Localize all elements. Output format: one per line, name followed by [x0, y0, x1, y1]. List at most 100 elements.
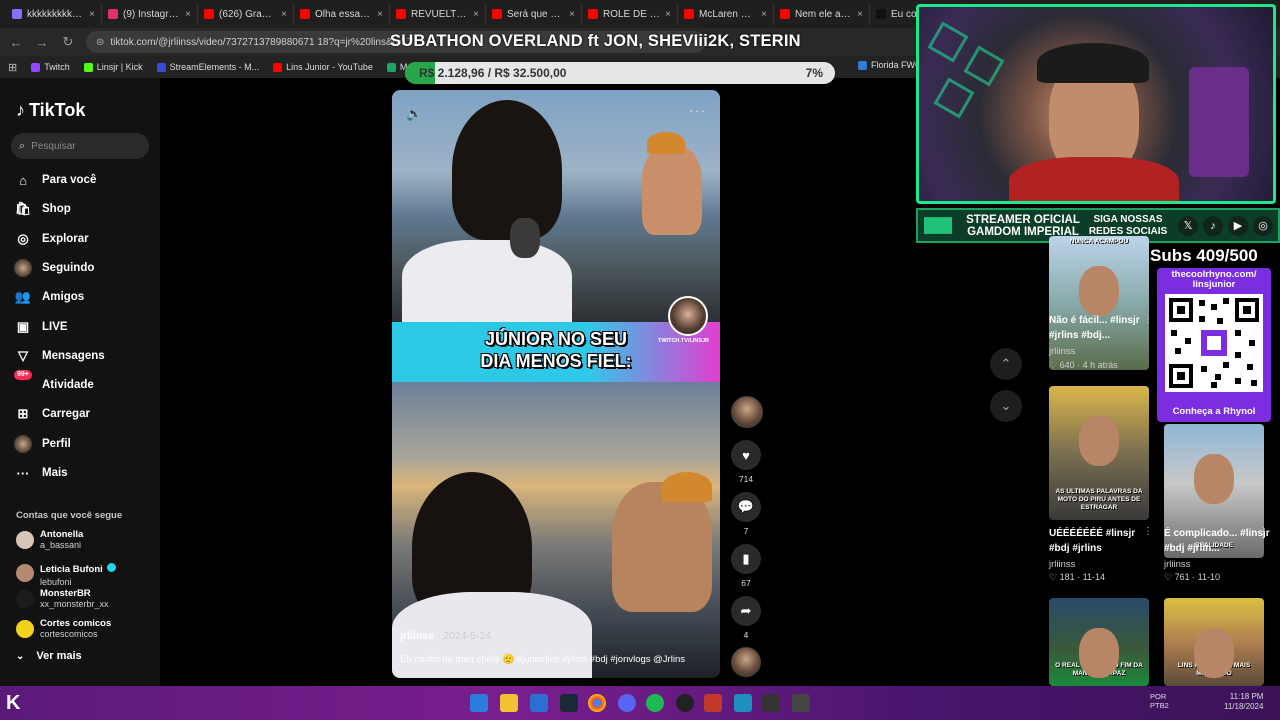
app-icon[interactable]	[792, 694, 810, 712]
thumbnail-person	[1079, 628, 1119, 678]
close-icon[interactable]: ×	[89, 9, 95, 20]
following-account[interactable]: MonsterBR xx_monsterbr_xx	[16, 588, 109, 610]
video-person-man	[642, 145, 702, 235]
browser-tab[interactable]: ROLE DE SUP ×	[582, 3, 678, 25]
discord-icon[interactable]	[618, 694, 636, 712]
nav-item-label: Seguindo	[42, 261, 95, 274]
bookmark-item[interactable]: Lins Junior - YouTube	[273, 62, 373, 72]
browser-tab[interactable]: Olha essa en ×	[294, 3, 390, 25]
taskbar-clock[interactable]: 11:18 PM 11/18/2024	[1224, 692, 1263, 712]
see-more-button[interactable]: ⌄ Ver mais	[16, 650, 82, 662]
browser-tab[interactable]: Nem ele acre ×	[774, 3, 870, 25]
bookmark-item[interactable]: Linsjr | Kick	[83, 62, 143, 72]
close-icon[interactable]: ×	[761, 9, 767, 20]
related-video-thumbnail[interactable]: LINS NO SEU DIA MAIS MECÂNICO	[1164, 598, 1264, 686]
video-author[interactable]: jrliinss · 2024-5-24	[400, 630, 491, 642]
video-player[interactable]: JÚNIOR NO SEU DIA MENOS FIEL: TWITCH.TV/…	[392, 90, 720, 678]
nav-item-label: Para você	[42, 174, 97, 186]
close-icon[interactable]: ×	[473, 9, 479, 20]
heart-outline-icon: ♡	[1049, 572, 1060, 582]
browser-tab[interactable]: kkkkkkkkkkkk ×	[6, 3, 102, 25]
following-account[interactable]: Cortes comicos cortescomicos	[16, 618, 111, 640]
browser-tab[interactable]: McLaren 570 ×	[678, 3, 774, 25]
browser-tab[interactable]: (9) Instagram ×	[102, 3, 198, 25]
file-explorer-icon[interactable]	[500, 694, 518, 712]
spotify-icon[interactable]	[646, 694, 664, 712]
friends-icon: 👥	[14, 289, 32, 305]
bookmark-item[interactable]: Twitch	[31, 62, 70, 72]
video-author-name[interactable]: jrliinss	[400, 630, 434, 642]
terminal-icon[interactable]	[762, 694, 780, 712]
next-video-button[interactable]: ⌄	[990, 390, 1022, 422]
share-button[interactable]: ➦ 4	[731, 596, 761, 640]
nav-item-explorar[interactable]: ◎ Explorar	[14, 228, 88, 250]
browser-tab[interactable]: (626) Gravação ×	[198, 3, 294, 25]
nav-item-shop[interactable]: 🛍 Shop	[14, 198, 71, 220]
tab-title: Será que Din	[507, 8, 565, 20]
previous-video-button[interactable]: ⌃	[990, 348, 1022, 380]
close-icon[interactable]: ×	[377, 9, 383, 20]
nav-item-mais[interactable]: ··· Mais	[14, 462, 68, 484]
related-more-icon[interactable]: ⋮	[1143, 314, 1153, 325]
comment-count: 7	[743, 526, 749, 536]
windows-start-icon[interactable]	[470, 694, 488, 712]
outlook-icon[interactable]	[530, 694, 548, 712]
mute-icon[interactable]: 🔈	[406, 106, 422, 122]
search-input[interactable]: ⌕ Pesquisar	[11, 133, 149, 159]
forward-icon[interactable]: →	[34, 35, 50, 50]
qr-cta: Conheça a Rhynol	[1172, 406, 1256, 417]
related-video-title[interactable]: UÉÉÉÉÉÉÉ #linsjr #bdj #jrlins	[1049, 526, 1155, 556]
music-disc-button[interactable]	[731, 647, 761, 677]
nav-item-mensagens[interactable]: ▽ Mensagens	[14, 345, 105, 367]
nav-item-amigos[interactable]: 👥 Amigos	[14, 286, 84, 308]
following-account[interactable]: Antonella a_bassani	[16, 529, 83, 551]
chevron-down-icon: ⌄	[16, 650, 25, 662]
browser-tab[interactable]: REVUELTO SH ×	[390, 3, 486, 25]
related-video-thumbnail[interactable]: AS ULTIMAS PALAVRAS DA MOTO DO PIRU ANTE…	[1049, 386, 1149, 520]
steam-icon[interactable]	[560, 694, 578, 712]
nav-item-label: Mais	[42, 467, 68, 479]
close-icon[interactable]: ×	[185, 9, 191, 20]
comment-button[interactable]: 💬 7	[731, 492, 761, 536]
creator-avatar-button[interactable]	[731, 396, 763, 428]
bookmark-label: Twitch	[44, 62, 70, 72]
site-info-icon[interactable]: ⊜	[96, 37, 104, 48]
close-icon[interactable]: ×	[569, 9, 575, 20]
related-video-title[interactable]: Não é fácil... #linsjr #jrlins #bdj...	[1049, 313, 1155, 343]
app-icon[interactable]	[734, 694, 752, 712]
following-account[interactable]: Leticia Bufoni lebufoni	[16, 559, 116, 588]
related-more-icon[interactable]: ⋮	[1143, 526, 1153, 537]
save-button[interactable]: ▮ 67	[731, 544, 761, 588]
apps-grid-icon[interactable]: ⊞	[8, 61, 17, 74]
bookmark-item[interactable]: StreamElements - M...	[156, 62, 259, 72]
tab-title: REVUELTO SH	[411, 8, 468, 20]
taskbar-language[interactable]: POR PTB2	[1150, 692, 1169, 710]
nav-item-para-você[interactable]: ⌂ Para você	[14, 169, 96, 191]
nav-item-atividade[interactable]: 99+ Atividade	[14, 370, 94, 396]
related-video-author[interactable]: jrliinss	[1164, 559, 1190, 570]
bookmark-florida[interactable]: Florida FWC	[858, 60, 922, 70]
related-video-likes: 181	[1059, 572, 1075, 582]
like-button[interactable]: ♥ 714	[731, 440, 761, 484]
obs-icon[interactable]	[676, 694, 694, 712]
related-video-title[interactable]: É complicado... #linsjr #bdj #jrlin...	[1164, 526, 1270, 556]
back-icon[interactable]: ←	[8, 35, 24, 50]
related-more-icon[interactable]: ⋮	[1258, 526, 1268, 537]
more-options-icon[interactable]: ···	[689, 102, 706, 118]
related-video-author[interactable]: jrliinss	[1049, 346, 1075, 357]
related-video-author[interactable]: jrliinss	[1049, 559, 1075, 570]
tiktok-logo[interactable]: ♪ TikTok	[16, 100, 85, 121]
app-icon[interactable]	[704, 694, 722, 712]
related-video-thumbnail[interactable]: O REAL MOTIVO DO FIM DA MANSÃO CAPAZ	[1049, 598, 1149, 686]
browser-tab[interactable]: Será que Din ×	[486, 3, 582, 25]
close-icon[interactable]: ×	[281, 9, 287, 20]
nav-item-seguindo[interactable]: Seguindo	[14, 257, 94, 279]
close-icon[interactable]: ×	[857, 9, 863, 20]
nav-item-live[interactable]: ▣ LIVE	[14, 316, 68, 338]
banner-right-text: SIGA NOSSAS REDES SOCIAIS	[1088, 214, 1168, 238]
chrome-icon[interactable]	[588, 694, 606, 712]
nav-item-perfil[interactable]: Perfil	[14, 433, 71, 455]
nav-item-carregar[interactable]: ⊞ Carregar	[14, 403, 90, 425]
reload-icon[interactable]: ↻	[60, 34, 76, 50]
close-icon[interactable]: ×	[665, 9, 671, 20]
